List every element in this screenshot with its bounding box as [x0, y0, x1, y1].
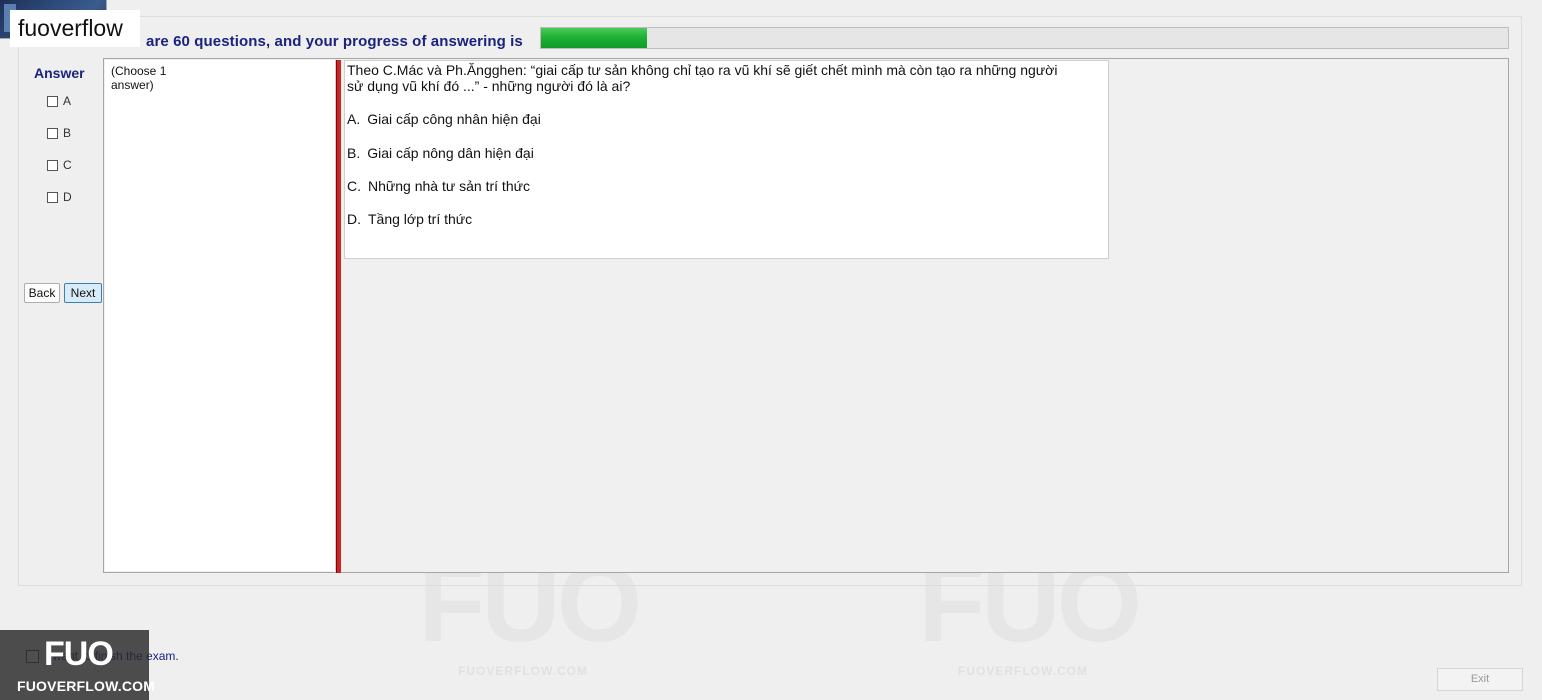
choice-d-label: D [63, 190, 72, 204]
next-button[interactable]: Next [64, 283, 102, 303]
choice-d-checkbox[interactable] [47, 191, 58, 203]
watermark-site: FUOVERFLOW.COM [458, 664, 588, 678]
option-c-letter: C. [347, 178, 361, 194]
choice-c-checkbox[interactable] [47, 159, 58, 171]
watermark-badge-site: FUOVERFLOW.COM [17, 678, 156, 694]
brand-label: fuoverflow [10, 10, 140, 47]
back-button[interactable]: Back [24, 283, 60, 303]
question-text: Theo C.Mác và Ph.Ăngghen: “giai cấp tư s… [347, 62, 1058, 94]
choice-a-label: A [63, 94, 72, 108]
option-c-text: Những nhà tư sản trí thức [368, 178, 530, 194]
progress-bar [540, 27, 1509, 49]
option-d: D. Tầng lớp trí thức [347, 211, 472, 227]
choice-c-label: C [63, 158, 72, 172]
pane-splitter[interactable] [336, 60, 341, 573]
choice-c[interactable]: C [47, 158, 72, 172]
exit-button[interactable]: Exit [1437, 668, 1523, 691]
option-c: C. Những nhà tư sản trí thức [347, 178, 530, 194]
choice-d[interactable]: D [47, 190, 72, 204]
choice-b-label: B [63, 126, 72, 140]
option-b-text: Giai cấp nông dân hiện đại [367, 145, 534, 161]
choice-b[interactable]: B [47, 126, 71, 140]
option-a: A. Giai cấp công nhân hiện đại [347, 111, 541, 127]
choose-hint: (Choose 1 answer) [111, 64, 167, 92]
watermark-site: FUOVERFLOW.COM [958, 664, 1088, 678]
option-a-letter: A. [347, 111, 361, 127]
option-b-letter: B. [347, 145, 361, 161]
option-d-text: Tầng lớp trí thức [368, 211, 473, 227]
choice-b-checkbox[interactable] [47, 127, 58, 139]
watermark-badge-logo: FUO [44, 635, 114, 673]
hint-pane [105, 60, 336, 571]
progress-header-text: are 60 questions, and your progress of a… [146, 33, 523, 50]
choice-a-checkbox[interactable] [47, 95, 58, 107]
choice-a[interactable]: A [47, 94, 71, 108]
option-b: B. Giai cấp nông dân hiện đại [347, 145, 534, 161]
answer-title: Answer [34, 65, 85, 81]
option-d-letter: D. [347, 211, 361, 227]
progress-bar-fill [541, 28, 648, 48]
option-a-text: Giai cấp công nhân hiện đại [367, 111, 541, 127]
